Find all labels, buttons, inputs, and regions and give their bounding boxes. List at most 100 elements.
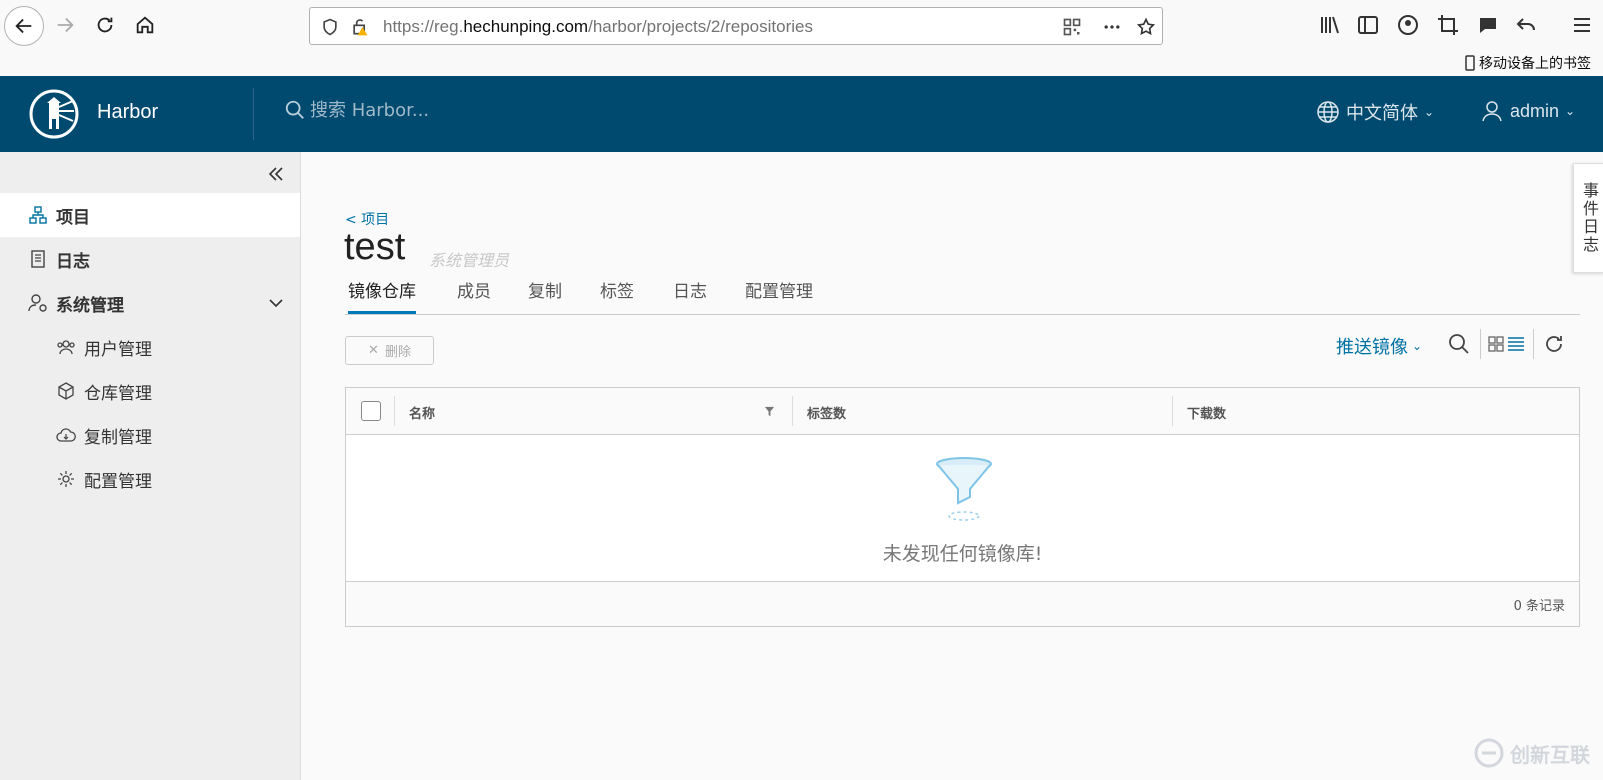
admin-icon [28, 294, 47, 312]
undo-icon[interactable] [1514, 13, 1538, 37]
repositories-table: 名称 标签数 下载数 未发现任何镜像库! 0 条记录 [345, 387, 1580, 627]
hamburger-menu-icon[interactable] [1570, 13, 1594, 37]
tab-replication[interactable]: 复制 [528, 280, 562, 312]
gear-icon [58, 471, 74, 487]
chat-icon[interactable] [1476, 13, 1500, 37]
url-text: https://reg.hechunping.com/harbor/projec… [383, 17, 813, 36]
shield-icon[interactable] [320, 17, 340, 37]
reload-button[interactable] [86, 6, 124, 44]
search-icon [285, 100, 304, 119]
back-button[interactable] [4, 6, 44, 46]
browser-toolbar: https://reg.hechunping.com/harbor/projec… [0, 0, 1603, 53]
home-icon [136, 16, 154, 34]
table-header: 名称 标签数 下载数 [346, 388, 1579, 435]
toolbar-divider [1480, 329, 1481, 359]
arrow-right-icon [57, 17, 74, 33]
role-label: 系统管理员 [429, 251, 510, 270]
sidebar-item-projects[interactable]: 项目 [0, 193, 300, 237]
record-count: 0 条记录 [1513, 599, 1565, 614]
refresh-icon[interactable] [1542, 332, 1566, 356]
projects-icon [29, 206, 47, 224]
chevron-down-icon: ⌄ [1412, 339, 1423, 353]
cube-icon [58, 382, 74, 400]
home-button[interactable] [126, 6, 164, 44]
sidebar-item-label: 配置管理 [84, 471, 152, 492]
arrow-left-icon [15, 18, 32, 34]
sidebar-toggle-icon[interactable] [1356, 13, 1380, 37]
select-all-checkbox[interactable] [361, 401, 381, 421]
chevron-down-icon: ⌄ [1565, 104, 1576, 118]
sidebar-item-label: 用户管理 [84, 339, 152, 360]
search-icon[interactable] [1447, 332, 1471, 356]
tab-logs[interactable]: 日志 [673, 280, 707, 312]
language-menu[interactable]: 中文简体 ⌄ [1316, 99, 1434, 125]
url-bar[interactable]: https://reg.hechunping.com/harbor/projec… [309, 7, 1163, 45]
empty-funnel-icon [936, 457, 992, 521]
filter-icon[interactable] [764, 406, 775, 417]
sidebar-item-label: 日志 [56, 251, 90, 272]
sidebar-item-configuration[interactable]: 配置管理 [0, 457, 300, 501]
header-divider [253, 88, 254, 140]
globe-icon [1317, 101, 1339, 123]
collapse-sidebar-icon[interactable] [266, 164, 286, 184]
more-icon[interactable] [1102, 17, 1122, 37]
empty-state-text: 未发现任何镜像库! [882, 543, 1043, 565]
delete-label: 删除 [384, 345, 411, 360]
forward-button[interactable] [46, 6, 84, 44]
event-log-tab[interactable]: 事件日志 [1573, 163, 1603, 273]
qr-code-icon[interactable] [1062, 17, 1082, 37]
global-search [284, 99, 570, 121]
user-icon [1482, 101, 1502, 122]
star-icon[interactable] [1136, 17, 1156, 37]
delete-button[interactable]: ✕ 删除 [345, 336, 434, 365]
column-tag-count[interactable]: 标签数 [807, 403, 846, 422]
sidebar: 项目 日志 系统管理 用户管理 仓库管理 复制管理 配置管理 [0, 152, 301, 780]
sidebar-item-administration[interactable]: 系统管理 [0, 281, 300, 325]
tab-labels[interactable]: 标签 [600, 280, 634, 312]
screenshot-icon[interactable] [1436, 13, 1460, 37]
main-content: < 项目 test 系统管理员 镜像仓库 成员 复制 标签 日志 配置管理 ✕ … [300, 152, 1603, 780]
column-pull-count[interactable]: 下载数 [1187, 403, 1226, 422]
insecure-lock-icon[interactable] [350, 17, 370, 37]
view-toggle-icon[interactable] [1488, 332, 1526, 356]
event-log-label: 事件日志 [1580, 182, 1599, 254]
watermark: 创新互联 [1474, 738, 1590, 768]
push-image-label: 推送镜像 [1336, 337, 1408, 358]
language-label: 中文简体 [1346, 103, 1418, 124]
tab-members[interactable]: 成员 [457, 280, 491, 312]
mobile-bookmarks-label: 移动设备上的书签 [1479, 56, 1591, 72]
column-name[interactable]: 名称 [409, 403, 435, 422]
mobile-icon [1465, 55, 1475, 71]
sidebar-item-label: 项目 [56, 207, 90, 228]
brand-title[interactable]: Harbor [97, 101, 158, 124]
harbor-logo-icon[interactable] [29, 89, 79, 139]
sidebar-item-replications[interactable]: 复制管理 [0, 413, 300, 457]
column-divider [1172, 396, 1173, 426]
project-tabs: 镜像仓库 成员 复制 标签 日志 配置管理 [345, 280, 1580, 315]
sidebar-item-label: 复制管理 [84, 427, 152, 448]
bookmark-bar: 移动设备上的书签 [0, 52, 1603, 76]
cloud-icon [56, 428, 76, 442]
library-icon[interactable] [1318, 13, 1342, 37]
sidebar-item-label: 系统管理 [56, 295, 124, 316]
logs-icon [31, 250, 45, 268]
chevron-down-icon: ⌄ [1424, 105, 1435, 119]
users-icon [57, 340, 75, 355]
sidebar-item-users[interactable]: 用户管理 [0, 325, 300, 369]
push-image-button[interactable]: 推送镜像 ⌄ [1336, 333, 1422, 359]
reload-icon [97, 17, 113, 33]
column-divider [792, 396, 793, 426]
toolbar-divider [1533, 329, 1534, 359]
sidebar-item-logs[interactable]: 日志 [0, 237, 300, 281]
chevron-down-icon[interactable] [268, 295, 284, 311]
tab-configuration[interactable]: 配置管理 [745, 280, 813, 312]
sidebar-item-registries[interactable]: 仓库管理 [0, 369, 300, 413]
mobile-bookmarks-link[interactable]: 移动设备上的书签 [1465, 53, 1591, 73]
sidebar-item-label: 仓库管理 [84, 383, 152, 404]
account-icon[interactable] [1396, 13, 1420, 37]
table-footer: 0 条记录 [346, 581, 1579, 626]
tab-repositories[interactable]: 镜像仓库 [348, 280, 416, 314]
close-icon: ✕ [368, 343, 379, 358]
user-menu[interactable]: admin ⌄ [1480, 99, 1575, 123]
search-input[interactable] [310, 99, 570, 121]
